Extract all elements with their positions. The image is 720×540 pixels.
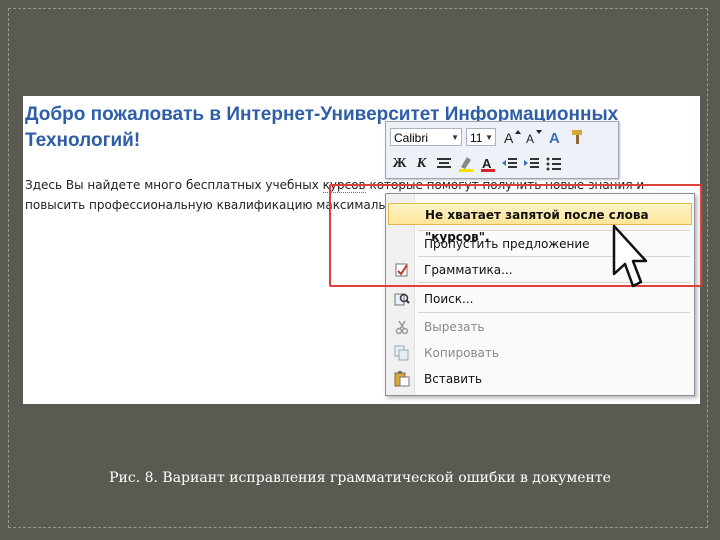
menu-item-paste[interactable]: Вставить xyxy=(388,368,692,390)
menu-item-label: Копировать xyxy=(424,346,499,360)
menu-item-search[interactable]: Поиск... xyxy=(388,288,692,310)
bullets-icon xyxy=(546,157,561,171)
font-size-box[interactable]: 11 ▼ xyxy=(466,128,496,146)
menu-separator xyxy=(418,312,690,313)
font-color-button[interactable]: A xyxy=(478,154,497,174)
chevron-down-icon: ▼ xyxy=(485,133,493,142)
highlight-button[interactable] xyxy=(456,154,475,174)
scissors-icon xyxy=(395,320,409,335)
increase-indent-button[interactable] xyxy=(522,154,541,174)
format-painter-icon xyxy=(571,130,582,144)
menu-item-label: Вырезать xyxy=(424,320,485,334)
grow-font-button[interactable]: A xyxy=(502,127,521,147)
figure-caption: Рис. 8. Вариант исправления грамматическ… xyxy=(109,470,611,486)
menu-item-label: Вставить xyxy=(424,372,483,386)
font-name-box[interactable]: Calibri ▼ xyxy=(390,128,462,146)
italic-button[interactable]: К xyxy=(412,154,431,174)
font-name-value: Calibri xyxy=(394,131,429,145)
align-center-button[interactable] xyxy=(434,154,453,174)
bold-button[interactable]: Ж xyxy=(390,154,409,174)
shrink-font-button[interactable]: A xyxy=(524,127,543,147)
align-center-icon xyxy=(436,158,451,168)
mini-toolbar: Calibri ▼ 11 ▼ A A A Ж К A xyxy=(385,121,619,179)
mini-toolbar-row-2: Ж К A xyxy=(390,153,566,175)
paste-icon xyxy=(394,371,410,387)
svg-text:A: A xyxy=(482,156,492,171)
text-effects-button[interactable]: A xyxy=(546,127,565,147)
mouse-pointer-icon xyxy=(612,224,648,288)
body-text-before: Здесь Вы найдете много бесплатных учебны… xyxy=(25,178,323,192)
decrease-indent-button[interactable] xyxy=(500,154,519,174)
chevron-down-icon: ▼ xyxy=(451,133,459,142)
grow-font-icon: A xyxy=(504,130,521,146)
font-size-value: 11 xyxy=(470,131,483,145)
svg-text:A: A xyxy=(504,130,514,146)
shrink-font-icon: A xyxy=(526,130,542,146)
menu-item-label: Поиск... xyxy=(424,292,474,306)
copy-icon xyxy=(394,345,409,361)
svg-text:A: A xyxy=(526,132,534,146)
menu-item-copy[interactable]: Копировать xyxy=(388,342,692,364)
highlight-icon xyxy=(458,157,473,172)
bullets-button[interactable] xyxy=(544,154,563,174)
svg-text:A: A xyxy=(549,130,560,146)
font-color-icon: A xyxy=(480,156,495,172)
text-effects-icon: A xyxy=(549,130,560,146)
search-icon xyxy=(394,293,410,306)
increase-indent-icon xyxy=(523,158,539,168)
mini-toolbar-row-1: Calibri ▼ 11 ▼ A A A xyxy=(390,126,590,148)
format-painter-button[interactable] xyxy=(568,127,587,147)
decrease-indent-icon xyxy=(501,158,517,168)
menu-item-cut[interactable]: Вырезать xyxy=(388,316,692,338)
